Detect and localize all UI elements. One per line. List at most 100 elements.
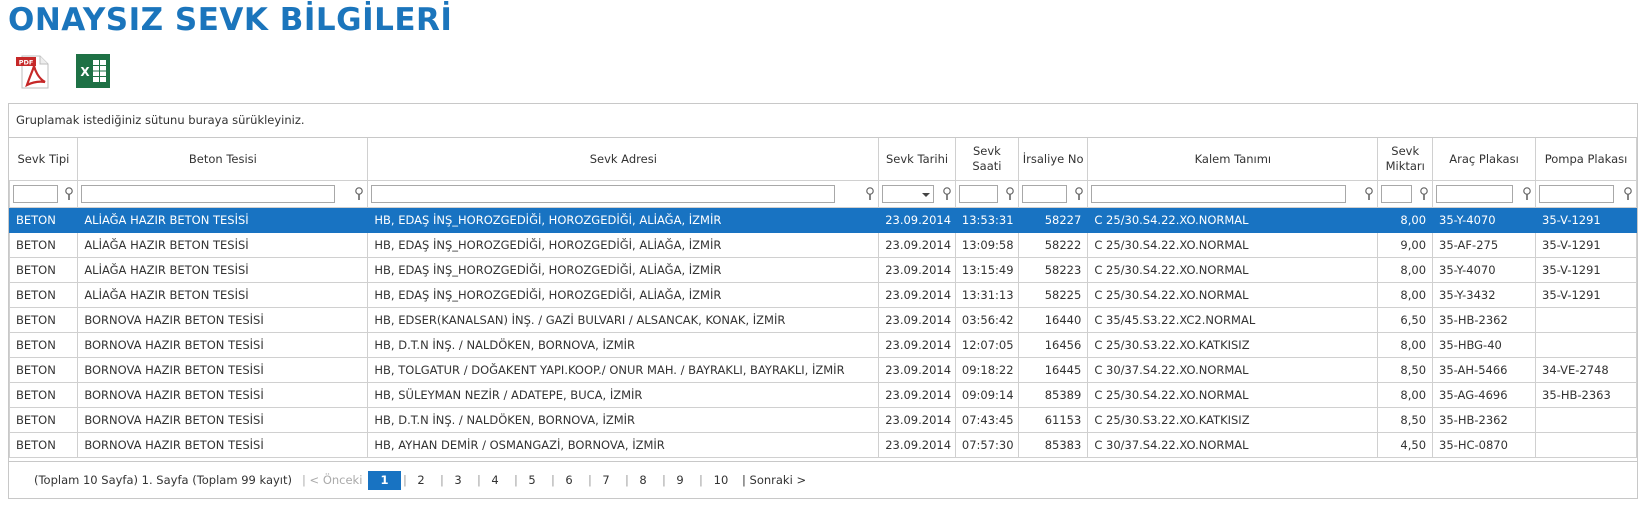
filter-icon[interactable] xyxy=(1623,187,1633,201)
cell-kalem: C 25/30.S3.22.XO.KATKISIZ xyxy=(1087,332,1379,358)
page-link-4[interactable]: 4 xyxy=(485,471,505,490)
filter-icon[interactable] xyxy=(1005,187,1015,201)
cell-adres: HB, AYHAN DEMİR / OSMANGAZİ, BORNOVA, İZ… xyxy=(367,432,880,458)
cell-miktar: 8,50 xyxy=(1377,357,1434,383)
cell-adres: HB, D.T.N İNŞ. / NALDÖKEN, BORNOVA, İZMİ… xyxy=(367,407,880,433)
cell-irsaliye: 16456 xyxy=(1017,332,1089,358)
cell-tesis: ALİAĞA HAZIR BETON TESİSİ xyxy=(77,232,369,258)
table-row[interactable]: BETON BORNOVA HAZIR BETON TESİSİ HB, SÜLEY… xyxy=(9,382,1637,408)
cell-miktar: 8,50 xyxy=(1377,407,1434,433)
cell-tesis: BORNOVA HAZIR BETON TESİSİ xyxy=(77,382,369,408)
group-drop-area[interactable]: Gruplamak istediğiniz sütunu buraya sürü… xyxy=(9,104,1637,138)
prev-page-link[interactable]: | < Önceki xyxy=(302,462,362,498)
pager: (Toplam 10 Sayfa) 1. Sayfa (Toplam 99 ka… xyxy=(9,461,1637,498)
cell-tesis: ALİAĞA HAZIR BETON TESİSİ xyxy=(77,282,369,308)
cell-saat: 13:09:58 xyxy=(954,232,1019,258)
cell-pompa xyxy=(1535,332,1637,358)
filter-input-saat[interactable] xyxy=(958,185,998,203)
filter-input-pompa[interactable] xyxy=(1539,185,1615,203)
filter-icon[interactable] xyxy=(1522,187,1532,201)
cell-miktar: 8,00 xyxy=(1377,207,1434,233)
page-link-8[interactable]: 8 xyxy=(633,471,653,490)
column-header-tarih[interactable]: Sevk Tarihi xyxy=(878,138,956,181)
column-header-tip[interactable]: Sevk Tipi xyxy=(9,138,79,181)
column-header-pompa[interactable]: Pompa Plakası xyxy=(1535,138,1637,181)
cell-arac: 35-Y-4070 xyxy=(1432,207,1537,233)
cell-tip: BETON xyxy=(9,257,79,283)
filter-icon[interactable] xyxy=(1074,187,1084,201)
cell-adres: HB, EDAŞ İNŞ_HOROZGEDİĞİ, HOROZGEDİĞİ, A… xyxy=(367,232,880,258)
cell-pompa xyxy=(1535,407,1637,433)
page-link-7[interactable]: 7 xyxy=(596,471,616,490)
filter-cell-saat xyxy=(954,180,1019,208)
cell-miktar: 4,50 xyxy=(1377,432,1434,458)
page-separator: | xyxy=(588,473,592,487)
page-link-3[interactable]: 3 xyxy=(448,471,468,490)
filter-cell-tarih xyxy=(878,180,956,208)
column-header-irsaliye[interactable]: İrsaliye No xyxy=(1017,138,1089,181)
page-link-6[interactable]: 6 xyxy=(559,471,579,490)
export-excel-button[interactable]: X xyxy=(74,52,112,90)
filter-icon[interactable] xyxy=(1364,187,1374,201)
filter-input-kalem[interactable] xyxy=(1091,185,1347,203)
page-link-9[interactable]: 9 xyxy=(670,471,690,490)
column-header-miktar[interactable]: Sevk Miktarı xyxy=(1377,138,1434,181)
column-header-kalem[interactable]: Kalem Tanımı xyxy=(1087,138,1379,181)
column-header-adres[interactable]: Sevk Adresi xyxy=(367,138,880,181)
cell-tarih: 23.09.2014 xyxy=(878,282,956,308)
table-row[interactable]: BETON BORNOVA HAZIR BETON TESİSİ HB, TOLGA… xyxy=(9,357,1637,383)
filter-cell-tip xyxy=(9,180,79,208)
header-row: Sevk Tipi Beton Tesisi Sevk Adresi Sevk Tar… xyxy=(9,138,1637,181)
cell-adres: HB, EDSER(KANALSAN) İNŞ. / GAZİ BULVARI … xyxy=(367,307,880,333)
cell-pompa: 35-V-1291 xyxy=(1535,207,1637,233)
cell-arac: 35-Y-3432 xyxy=(1432,282,1537,308)
filter-wrap xyxy=(1538,184,1634,204)
table-row[interactable]: BETON BORNOVA HAZIR BETON TESİSİ HB, EDSER… xyxy=(9,307,1637,333)
cell-saat: 13:53:31 xyxy=(954,207,1019,233)
filter-input-miktar[interactable] xyxy=(1381,185,1413,203)
filter-icon[interactable] xyxy=(865,187,875,201)
next-page-link[interactable]: | Sonraki > xyxy=(742,462,806,498)
filter-input-tesis[interactable] xyxy=(81,185,336,203)
table-row[interactable]: BETON ALİAĞA HAZIR BETON TESİSİ HB, EDAŞ İ… xyxy=(9,282,1637,308)
cell-adres: HB, EDAŞ İNŞ_HOROZGEDİĞİ, HOROZGEDİĞİ, A… xyxy=(367,207,880,233)
column-header-saat[interactable]: Sevk Saati xyxy=(954,138,1019,181)
cell-arac: 35-Y-4070 xyxy=(1432,257,1537,283)
filter-input-adres[interactable] xyxy=(371,185,836,203)
page-separator: | xyxy=(551,473,555,487)
filter-wrap xyxy=(12,184,75,204)
table-row[interactable]: BETON ALİAĞA HAZIR BETON TESİSİ HB, EDAŞ İ… xyxy=(9,257,1637,283)
cell-irsaliye: 61153 xyxy=(1017,407,1089,433)
table-row[interactable]: BETON ALİAĞA HAZIR BETON TESİSİ HB, EDAŞ İ… xyxy=(9,207,1637,233)
filter-icon[interactable] xyxy=(1419,187,1429,201)
cell-tip: BETON xyxy=(9,307,79,333)
cell-pompa: 35-V-1291 xyxy=(1535,232,1637,258)
filter-input-irsaliye[interactable] xyxy=(1021,185,1067,203)
date-dropdown-arrow-icon[interactable] xyxy=(922,193,931,197)
column-header-arac[interactable]: Araç Plakası xyxy=(1432,138,1537,181)
filter-wrap xyxy=(1021,184,1085,204)
page-link-5[interactable]: 5 xyxy=(522,471,542,490)
page-link-1[interactable]: 1 xyxy=(368,471,401,490)
filter-icon[interactable] xyxy=(942,187,952,201)
filter-input-tip[interactable] xyxy=(13,185,58,203)
cell-saat: 13:15:49 xyxy=(954,257,1019,283)
table-row[interactable]: BETON BORNOVA HAZIR BETON TESİSİ HB, AYHAN… xyxy=(9,432,1637,458)
cell-miktar: 8,00 xyxy=(1377,282,1434,308)
page-link-2[interactable]: 2 xyxy=(411,471,431,490)
cell-arac: 35-HBG-40 xyxy=(1432,332,1537,358)
cell-arac: 35-HB-2362 xyxy=(1432,307,1537,333)
cell-irsaliye: 58227 xyxy=(1017,207,1089,233)
table-row[interactable]: BETON BORNOVA HAZIR BETON TESİSİ HB, D.T.N… xyxy=(9,407,1637,433)
table-row[interactable]: BETON BORNOVA HAZIR BETON TESİSİ HB, D.T.N… xyxy=(9,332,1637,358)
filter-wrap xyxy=(80,184,365,204)
filter-icon[interactable] xyxy=(64,187,74,201)
table-row[interactable]: BETON ALİAĞA HAZIR BETON TESİSİ HB, EDAŞ İ… xyxy=(9,232,1637,258)
filter-input-arac[interactable] xyxy=(1436,185,1514,203)
page-link-10[interactable]: 10 xyxy=(707,471,735,490)
filter-icon[interactable] xyxy=(354,187,364,201)
column-header-tesis[interactable]: Beton Tesisi xyxy=(77,138,369,181)
filter-wrap xyxy=(958,184,1016,204)
cell-kalem: C 35/45.S3.22.XC2.NORMAL xyxy=(1087,307,1379,333)
export-pdf-button[interactable]: PDF xyxy=(14,52,52,90)
